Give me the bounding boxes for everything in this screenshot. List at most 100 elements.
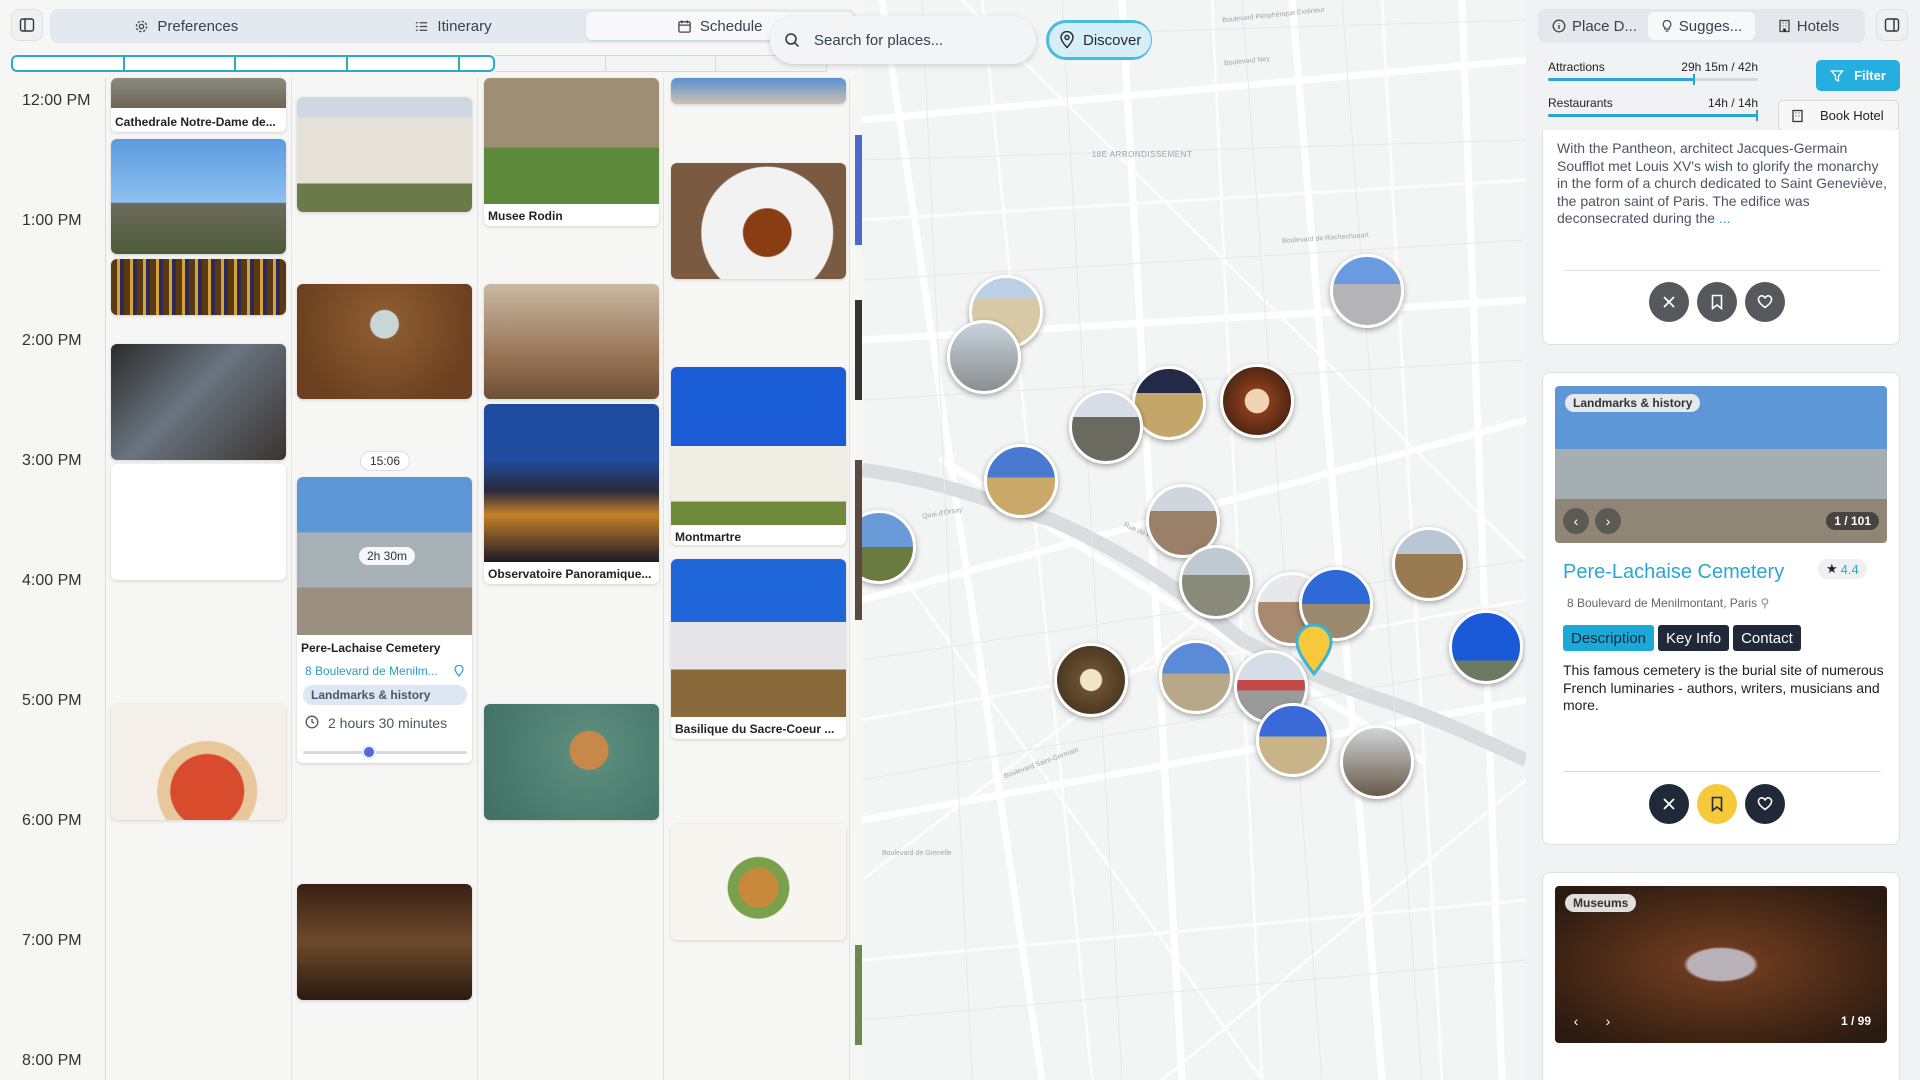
- map-place-pin[interactable]: [1256, 703, 1330, 777]
- time-label: 2:00 PM: [22, 332, 82, 349]
- search-input[interactable]: Search for places...: [814, 32, 943, 49]
- schedule-card[interactable]: Montmartre: [671, 367, 846, 545]
- carousel-next-button[interactable]: ›: [1595, 508, 1621, 534]
- map-place-pin[interactable]: [1179, 545, 1253, 619]
- photo-counter: 1 / 99: [1840, 1014, 1871, 1028]
- day-segment[interactable]: [348, 55, 460, 72]
- carousel-prev-button[interactable]: ‹: [1563, 1008, 1589, 1034]
- duration-text: 2 hours 30 minutes: [328, 715, 448, 731]
- dismiss-button[interactable]: [1649, 784, 1689, 824]
- place-title[interactable]: Pere-Lachaise Cemetery: [1563, 561, 1784, 584]
- budget-label: Restaurants: [1548, 96, 1613, 110]
- day-segment[interactable]: [124, 55, 237, 72]
- main-tabs: Preferences Itinerary Schedule: [50, 9, 856, 43]
- schedule-card[interactable]: [111, 344, 286, 460]
- tab-itinerary[interactable]: Itinerary: [320, 12, 587, 40]
- map-place-pin[interactable]: [1159, 640, 1233, 714]
- day-segment[interactable]: [494, 55, 606, 72]
- place-address: 8 Boulevard de Menilmontant, Paris ⚲: [1567, 596, 1770, 610]
- time-label: 12:00 PM: [22, 92, 91, 109]
- tab-key-info[interactable]: Key Info: [1658, 625, 1730, 651]
- place-photo-carousel[interactable]: Museums ‹ › 1 / 99: [1555, 886, 1887, 1043]
- schedule-card[interactable]: [484, 704, 659, 820]
- discover-toggle[interactable]: Discover: [1046, 20, 1152, 60]
- bookmark-button[interactable]: [1697, 282, 1737, 322]
- list-icon: [416, 21, 428, 31]
- book-hotel-button[interactable]: Book Hotel: [1778, 100, 1899, 131]
- place-photo: [484, 404, 659, 562]
- category-badge: Museums: [1565, 894, 1637, 912]
- map-place-pin[interactable]: [1330, 254, 1404, 328]
- map-place-pin[interactable]: [1449, 610, 1523, 684]
- map-view[interactable]: 18E ARRONDISSEMENT Boulevard Périphériqu…: [862, 0, 1526, 1080]
- dismiss-button[interactable]: [1649, 282, 1689, 322]
- map-place-pin[interactable]: [1069, 390, 1143, 464]
- filter-button[interactable]: Filter: [1816, 60, 1900, 91]
- schedule-card[interactable]: [671, 163, 846, 279]
- budget-marker: [1693, 74, 1695, 85]
- day-segment[interactable]: [11, 55, 125, 72]
- carousel-next-button[interactable]: ›: [1595, 1008, 1621, 1034]
- duration-slider[interactable]: [303, 745, 467, 759]
- tab-contact[interactable]: Contact: [1733, 625, 1801, 651]
- place-photo-carousel[interactable]: Landmarks & history ‹ › 1 / 101: [1555, 386, 1887, 543]
- bookmark-button[interactable]: [1697, 784, 1737, 824]
- place-address[interactable]: 8 Boulevard de Menilm...: [305, 664, 438, 678]
- time-label: 6:00 PM: [22, 812, 82, 829]
- map-place-pin[interactable]: [947, 320, 1021, 394]
- close-icon: [1663, 798, 1675, 810]
- toggle-sidebar-button[interactable]: [11, 9, 43, 41]
- schedule-card[interactable]: [297, 884, 472, 1000]
- schedule-panel: Preferences Itinerary Schedule 12:00 PM …: [0, 0, 862, 1080]
- schedule-card[interactable]: [111, 704, 286, 820]
- schedule-card[interactable]: [297, 284, 472, 399]
- budget-bar: [1548, 74, 1758, 85]
- day-segment[interactable]: [459, 55, 495, 72]
- favorite-button[interactable]: [1745, 282, 1785, 322]
- map-place-pin[interactable]: [984, 444, 1058, 518]
- schedule-card[interactable]: [671, 78, 846, 104]
- map-place-pin[interactable]: [1340, 725, 1414, 799]
- map-place-pin[interactable]: [1220, 364, 1294, 438]
- panel-icon: [1884, 18, 1900, 32]
- schedule-card[interactable]: [111, 139, 286, 254]
- day-segment[interactable]: [605, 55, 717, 72]
- schedule-card[interactable]: [111, 464, 286, 580]
- day-scrollbar[interactable]: [11, 55, 827, 72]
- sidebar-icon: [19, 18, 35, 32]
- suggestion-card-museum: Museums ‹ › 1 / 99: [1542, 872, 1900, 1080]
- map-place-pin[interactable]: [1054, 643, 1128, 717]
- schedule-card[interactable]: Musee Rodin: [484, 78, 659, 226]
- tab-hotels[interactable]: Hotels: [1755, 12, 1862, 40]
- slider-thumb[interactable]: [361, 745, 376, 759]
- read-more-link[interactable]: ...: [1719, 210, 1731, 226]
- tab-preferences[interactable]: Preferences: [53, 12, 320, 40]
- tab-description[interactable]: Description: [1563, 625, 1655, 651]
- map-pin-icon: [1060, 31, 1074, 49]
- tab-place-details[interactable]: Place D...: [1541, 12, 1648, 40]
- map-place-pin[interactable]: [1132, 366, 1206, 440]
- schedule-card[interactable]: [297, 97, 472, 212]
- schedule-card[interactable]: [484, 284, 659, 399]
- place-photo: [484, 78, 659, 204]
- map-place-pin[interactable]: [1392, 527, 1466, 601]
- schedule-card[interactable]: Cathedrale Notre-Dame de...: [111, 78, 286, 132]
- place-name: Musee Rodin: [488, 209, 563, 223]
- place-search-box[interactable]: Search for places...: [770, 16, 1036, 64]
- time-axis: 12:00 PM 1:00 PM 2:00 PM 3:00 PM 4:00 PM…: [12, 78, 106, 1080]
- rating-value: 4.4: [1840, 561, 1859, 577]
- toggle-right-panel-button[interactable]: [1876, 9, 1908, 41]
- carousel-prev-button[interactable]: ‹: [1563, 508, 1589, 534]
- day-segment[interactable]: [236, 55, 349, 72]
- schedule-card[interactable]: [671, 824, 846, 940]
- selected-location-marker[interactable]: [1294, 624, 1334, 676]
- tab-suggestions[interactable]: Sugges...: [1648, 12, 1755, 40]
- favorite-button[interactable]: [1745, 784, 1785, 824]
- book-hotel-label: Book Hotel: [1820, 108, 1884, 123]
- partial-card: [855, 460, 862, 620]
- schedule-card[interactable]: Observatoire Panoramique...: [484, 404, 659, 584]
- pere-lachaise-card[interactable]: 2h 30m Pere-Lachaise Cemetery 8 Boulevar…: [297, 477, 472, 763]
- schedule-card[interactable]: Basilique du Sacre-Coeur ...: [671, 559, 846, 739]
- schedule-card[interactable]: [111, 259, 286, 315]
- tab-label: Sugges...: [1678, 17, 1743, 35]
